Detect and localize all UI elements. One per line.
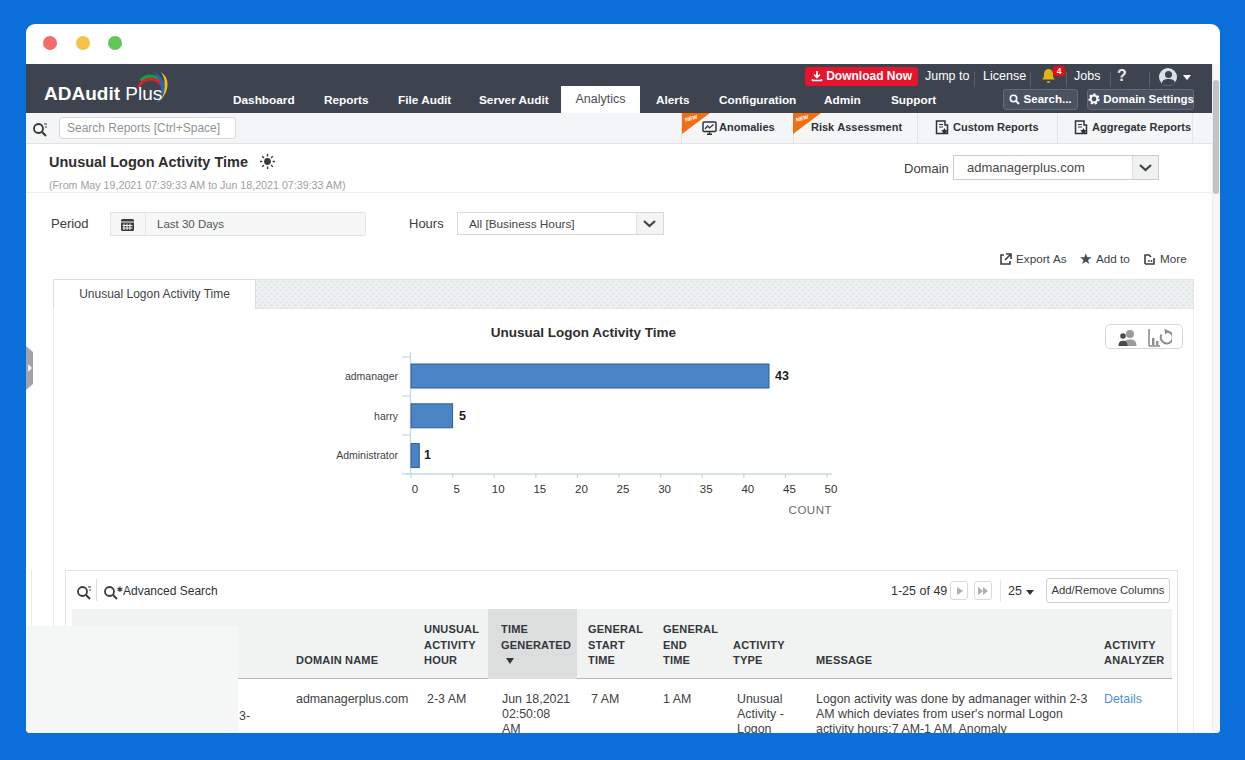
svg-text:✱: ✱ <box>117 585 123 594</box>
